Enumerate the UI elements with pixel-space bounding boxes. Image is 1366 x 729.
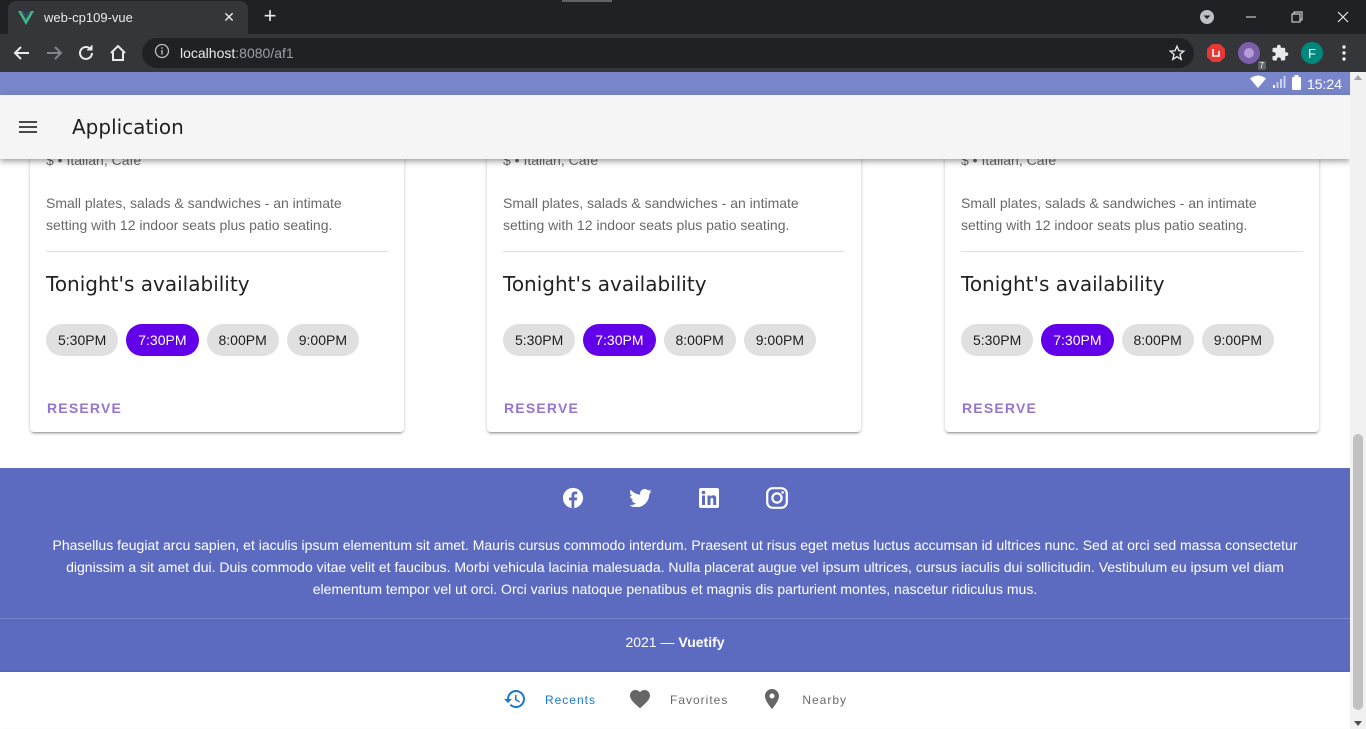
- bottom-nav-favorites[interactable]: Favorites: [612, 672, 744, 728]
- map-marker-icon: [760, 687, 784, 714]
- card-divider: [46, 251, 388, 252]
- availability-heading: Tonight's availability: [46, 272, 250, 296]
- card-divider: [503, 251, 845, 252]
- scroll-up-arrow-icon[interactable]: [1354, 75, 1362, 80]
- bookmark-star-icon[interactable]: [1168, 44, 1186, 67]
- system-time: 15:24: [1306, 75, 1342, 92]
- footer-brand: Vuetify: [678, 634, 725, 650]
- time-chip[interactable]: 8:00PM: [663, 324, 736, 356]
- time-chip[interactable]: 5:30PM: [46, 324, 119, 356]
- extension-badge-count: 7: [1257, 61, 1266, 70]
- browser-toolbar: localhost:8080/af1 7 F: [0, 34, 1366, 72]
- availability-heading: Tonight's availability: [503, 272, 707, 296]
- card-description: Small plates, salads & sandwiches - an i…: [961, 195, 1257, 233]
- bottom-nav-nearby[interactable]: Nearby: [744, 672, 863, 728]
- page-scrollbar[interactable]: [1350, 72, 1366, 729]
- linkedin-icon[interactable]: [697, 486, 721, 510]
- tab-strip-indicator: [562, 0, 612, 2]
- app-title: Application: [72, 115, 184, 139]
- time-chip[interactable]: 9:00PM: [286, 324, 359, 356]
- instagram-icon[interactable]: [765, 486, 789, 510]
- bottom-nav-label: Nearby: [802, 693, 848, 707]
- restaurant-card: $ • Italian, Cafe Small plates, salads &…: [945, 112, 1319, 432]
- bottom-nav-label: Favorites: [669, 693, 729, 707]
- restore-window-icon[interactable]: [1274, 0, 1320, 34]
- time-chip[interactable]: 9:00PM: [743, 324, 816, 356]
- availability-heading: Tonight's availability: [961, 272, 1165, 296]
- system-bar: 15:24: [0, 72, 1350, 95]
- restaurant-card: $ • Italian, Cafe Small plates, salads &…: [487, 112, 861, 432]
- time-chip[interactable]: 9:00PM: [1201, 324, 1274, 356]
- social-links: [0, 486, 1350, 510]
- card-divider: [961, 251, 1303, 252]
- footer-year: 2021 —: [625, 634, 675, 650]
- extension-badge-icon[interactable]: 7: [1238, 42, 1266, 70]
- reload-icon[interactable]: [74, 41, 98, 65]
- time-chip-group: 5:30PM 7:30PM 8:00PM 9:00PM: [503, 324, 816, 356]
- reserve-button[interactable]: RESERVE: [495, 390, 588, 426]
- browser-tab[interactable]: web-cp109-vue ✕: [8, 1, 248, 34]
- wifi-icon: [1249, 75, 1266, 92]
- card-description: Small plates, salads & sandwiches - an i…: [46, 195, 342, 233]
- reserve-button[interactable]: RESERVE: [38, 390, 131, 426]
- footer-divider: [0, 618, 1350, 619]
- time-chip-selected[interactable]: 7:30PM: [1041, 324, 1114, 356]
- tab-title: web-cp109-vue: [44, 10, 133, 25]
- time-chip[interactable]: 5:30PM: [503, 324, 576, 356]
- time-chip-group: 5:30PM 7:30PM 8:00PM 9:00PM: [961, 324, 1274, 356]
- forward-arrow-icon[interactable]: [42, 41, 66, 65]
- site-info-icon[interactable]: [154, 43, 170, 64]
- new-tab-icon[interactable]: +: [258, 5, 282, 29]
- footer-copyright: 2021 — Vuetify: [0, 634, 1350, 650]
- time-chip[interactable]: 8:00PM: [1121, 324, 1194, 356]
- scrollbar-thumb[interactable]: [1353, 434, 1363, 710]
- url-path: :8080/af1: [235, 45, 294, 61]
- bottom-navigation: Recents Favorites Nearby: [0, 672, 1350, 728]
- time-chip-selected[interactable]: 7:30PM: [126, 324, 199, 356]
- heart-icon: [628, 687, 652, 714]
- bottom-nav-recents[interactable]: Recents: [487, 672, 612, 728]
- close-window-icon[interactable]: [1320, 0, 1366, 34]
- battery-icon: [1291, 74, 1301, 93]
- adblock-extension-icon[interactable]: [1205, 42, 1227, 64]
- scroll-down-arrow-icon[interactable]: [1354, 721, 1362, 726]
- restaurant-card: $ • Italian, Cafe Small plates, salads &…: [30, 112, 404, 432]
- time-chip-selected[interactable]: 7:30PM: [583, 324, 656, 356]
- twitter-icon[interactable]: [629, 486, 653, 510]
- page-viewport: 15:24 Application $ • Italian, Cafe Smal…: [0, 72, 1350, 729]
- back-arrow-icon[interactable]: [10, 41, 34, 65]
- app-bar: Application: [0, 95, 1350, 159]
- signal-icon: [1272, 75, 1286, 92]
- tab-search-icon[interactable]: [1184, 0, 1230, 34]
- footer: Phasellus feugiat arcu sapien, et iaculi…: [0, 468, 1350, 672]
- close-tab-icon[interactable]: ✕: [220, 9, 238, 26]
- browser-tabstrip: web-cp109-vue ✕ +: [0, 0, 1366, 34]
- history-icon: [503, 687, 527, 714]
- time-chip[interactable]: 5:30PM: [961, 324, 1034, 356]
- minimize-window-icon[interactable]: [1228, 0, 1274, 34]
- facebook-icon[interactable]: [561, 486, 585, 510]
- url-host: localhost: [180, 45, 236, 61]
- extensions-puzzle-icon[interactable]: [1269, 42, 1291, 64]
- address-bar[interactable]: localhost:8080/af1: [142, 38, 1194, 68]
- card-description: Small plates, salads & sandwiches - an i…: [503, 195, 799, 233]
- time-chip-group: 5:30PM 7:30PM 8:00PM 9:00PM: [46, 324, 359, 356]
- reserve-button[interactable]: RESERVE: [953, 390, 1046, 426]
- profile-avatar[interactable]: F: [1301, 42, 1323, 64]
- home-icon[interactable]: [106, 41, 130, 65]
- browser-menu-icon[interactable]: [1333, 42, 1355, 64]
- bottom-nav-label: Recents: [544, 693, 596, 707]
- time-chip[interactable]: 8:00PM: [206, 324, 279, 356]
- footer-text: Phasellus feugiat arcu sapien, et iaculi…: [52, 537, 1298, 597]
- hamburger-menu-icon[interactable]: [4, 103, 52, 151]
- vue-logo-icon: [18, 10, 34, 26]
